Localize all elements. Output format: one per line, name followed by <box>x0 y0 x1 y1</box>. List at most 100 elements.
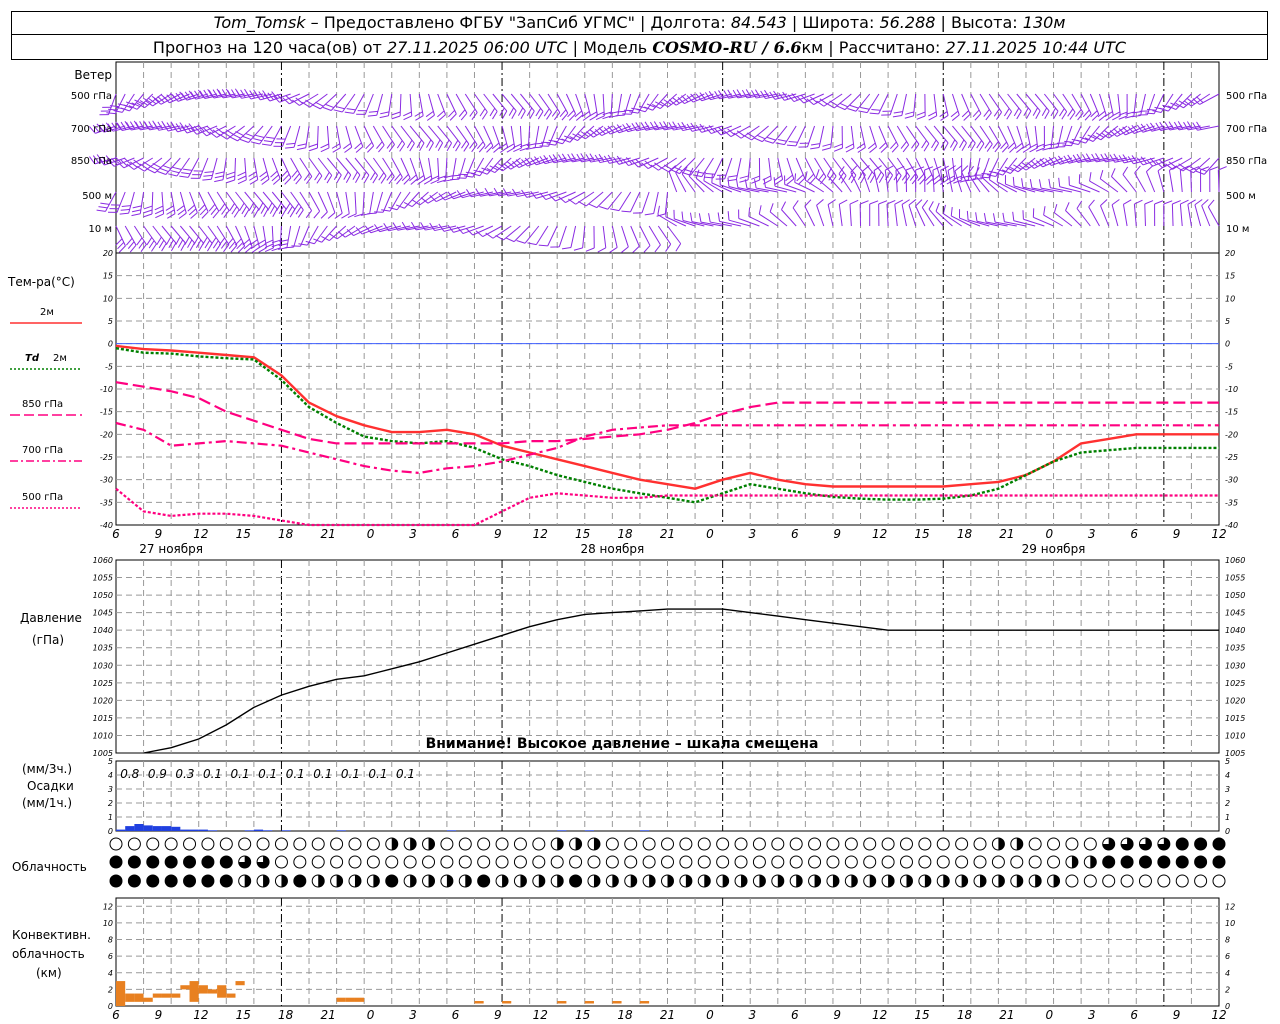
precip-3h-total: 0.1 <box>286 767 305 781</box>
wind-barb-feather <box>796 174 804 182</box>
wind-barb-shaft <box>639 225 651 246</box>
wind-barb-feather <box>425 110 434 118</box>
cloud-cover-symbol <box>973 855 987 869</box>
cloud-cover-fill <box>520 875 527 887</box>
wind-barb-feather <box>260 174 269 182</box>
wind-barb-feather <box>904 115 914 119</box>
wind-barb-feather <box>858 110 868 114</box>
wind-barb-feather <box>435 139 441 148</box>
temp-tick-label: 5 <box>108 317 113 326</box>
wind-barb-feather <box>263 140 273 143</box>
wind-barb-feather <box>643 245 651 253</box>
temp-tick-label: -15 <box>100 408 113 417</box>
wind-barb-shaft <box>792 207 806 227</box>
wind-barb-shaft <box>1057 125 1064 148</box>
wind-barb-feather <box>446 142 453 152</box>
wind-barb-shaft <box>534 125 540 148</box>
precip-bar <box>152 826 162 831</box>
day-label: 28 ноября <box>580 542 644 556</box>
cloud-cover-symbol <box>844 837 858 851</box>
wind-barb-feather <box>792 200 799 209</box>
cloud-cover-symbol <box>348 855 362 869</box>
wind-barb-feather <box>1001 145 1009 153</box>
wind-barb-feather <box>334 212 343 219</box>
temp-tick-label-right: -10 <box>1225 385 1238 394</box>
wind-barb-feather <box>228 241 236 249</box>
cloud-cover-fill <box>1213 838 1225 850</box>
wind-barb-feather <box>915 199 923 207</box>
precip-bars: 0.8 0.9 0.3 0.1 0.1 0.1 0.1 0.1 0.1 0.1 0.1 <box>116 767 650 831</box>
cloud-cover-fill <box>201 875 214 887</box>
wind-barb-feather <box>344 111 354 114</box>
x-tick-label-bottom: 3 <box>1088 1008 1096 1022</box>
cloud-cover-fill <box>814 875 821 887</box>
wind-barb-feather <box>1091 113 1100 121</box>
cloud-cover-fill <box>477 875 490 887</box>
x-tick-label-bottom: 15 <box>575 1008 590 1022</box>
wind-barb-shaft <box>400 157 411 179</box>
wind-barb-feather <box>119 212 129 215</box>
wind-barb-feather <box>777 139 787 142</box>
wind-barb-feather <box>293 173 300 181</box>
wind-barb-feather <box>895 165 905 171</box>
wind-barb-feather <box>270 170 278 178</box>
wind-barb-shaft <box>124 225 137 246</box>
wind-barb-feather <box>975 212 978 222</box>
wind-barb-shaft <box>451 157 457 180</box>
wind-barb-feather <box>794 173 797 183</box>
cloud-cover-fill <box>165 875 178 887</box>
wind-barb-feather <box>879 142 887 150</box>
wind-barb-shaft <box>657 225 672 245</box>
wind-barb-feather <box>894 199 904 205</box>
wind-barb-feather <box>902 144 910 153</box>
pressure-tick-label-right: 1010 <box>1225 731 1245 740</box>
legend-t2m: 2м <box>40 307 54 318</box>
wind-barb-shaft <box>814 157 827 178</box>
wind-barb-feather <box>452 140 459 149</box>
wind-barb-shaft <box>575 93 584 115</box>
wind-barb-feather <box>928 111 937 117</box>
wind-barb-feather <box>1172 200 1181 205</box>
wind-barb-feather <box>158 239 165 249</box>
wind-barb-feather <box>409 174 417 182</box>
wind-barb-feather <box>869 200 879 205</box>
wind-barb-feather <box>219 203 226 212</box>
wind-barb-shaft <box>816 205 825 227</box>
wind-barb-feather <box>208 203 216 212</box>
wind-barb-feather <box>254 92 261 101</box>
wind-barb-shaft <box>786 157 795 180</box>
wind-level-850hpa: 850 гПа <box>71 156 112 167</box>
cloud-cover-symbol <box>1194 874 1208 888</box>
meteogram: 0.8 0.9 0.3 0.1 0.1 0.1 0.1 0.1 0.1 0.1 0.1 20 2015… <box>7 61 1267 1022</box>
day-label: 29 ноября <box>1022 542 1086 556</box>
wind-level-10m-right: 10 м <box>1226 224 1249 235</box>
wind-barb-feather <box>599 205 608 210</box>
wind-barb-shaft <box>1085 125 1100 144</box>
cloud-cover-fill <box>569 875 582 887</box>
wind-barb-feather <box>636 108 646 113</box>
cloud-cover-symbol <box>550 855 564 869</box>
conv-bar <box>502 1001 512 1004</box>
wind-barb-feather <box>728 175 738 178</box>
wind-barb-feather <box>378 144 385 153</box>
wind-barb-feather <box>151 243 157 252</box>
wind-barb-feather <box>816 199 824 206</box>
wind-barb-feather <box>699 123 706 132</box>
wind-barb-feather <box>218 237 226 246</box>
cloud-cover-symbol <box>1175 874 1189 888</box>
wind-barb-feather <box>225 179 235 184</box>
wind-barb-feather <box>1035 110 1041 119</box>
wind-barb-feather <box>280 170 288 178</box>
wind-barb-feather <box>694 171 704 174</box>
precip-3h-total: 0.1 <box>368 767 387 781</box>
cloud-cover-symbol <box>146 837 160 851</box>
temp-tick-label-right: 15 <box>1225 272 1235 281</box>
wind-barb-shaft <box>446 93 457 115</box>
cloud-cover-fill <box>961 875 968 887</box>
wind-barb-feather <box>331 143 341 149</box>
wind-barb-shaft <box>720 125 742 136</box>
wind-barb-feather <box>1088 199 1095 208</box>
wind-barb-shaft <box>482 225 503 238</box>
cloud-cover-symbol <box>1010 855 1024 869</box>
cloud-cover-fill <box>354 875 361 887</box>
